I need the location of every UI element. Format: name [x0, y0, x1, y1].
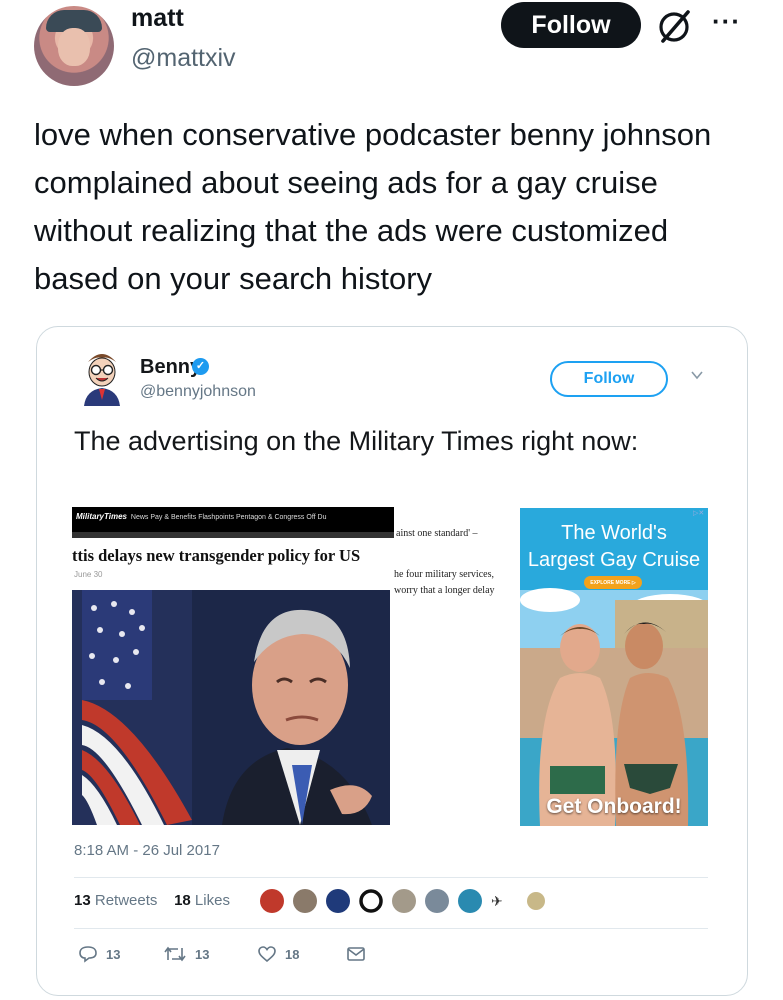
site-nav-items: News Pay & Benefits Flashpoints Pentagon…	[130, 514, 327, 521]
ad-headline-line1: The World's	[561, 522, 667, 544]
ad-choices-icon[interactable]: ▷✕	[693, 509, 704, 517]
retweet-count: 13	[195, 946, 210, 962]
ad-headline-line2: Largest Gay Cruise	[527, 549, 701, 571]
reply-icon	[79, 946, 97, 963]
like-count: 18	[285, 946, 300, 962]
likes-count[interactable]: 18	[174, 892, 191, 909]
divider	[74, 928, 708, 929]
author-handle[interactable]: @mattxiv	[131, 44, 236, 73]
article-photo	[72, 590, 390, 825]
site-logo-a: Military	[76, 512, 105, 521]
retweet-action[interactable]: 13	[163, 945, 209, 963]
reply-count: 13	[106, 946, 121, 962]
mattis-photo-illustration	[72, 590, 390, 825]
author-avatar[interactable]	[34, 6, 114, 86]
ad-cta-text[interactable]: Get Onboard!	[520, 795, 708, 819]
more-options-icon[interactable]: ···	[712, 6, 741, 37]
engagement-counts: 13 Retweets 18 Likes	[74, 892, 230, 909]
benny-avatar-icon[interactable]	[78, 348, 126, 408]
embedded-follow-button[interactable]: Follow	[550, 361, 668, 397]
site-sub-strip	[72, 532, 394, 538]
embedded-tweet-text: The advertising on the Military Times ri…	[74, 426, 639, 456]
avatar-face	[58, 28, 90, 66]
retweet-icon	[164, 946, 186, 962]
article-dateline: June 30	[74, 570, 103, 579]
site-nav-text: MilitaryTimes News Pay & Benefits Flashp…	[76, 512, 326, 521]
direct-message-icon	[347, 947, 365, 961]
article-headline: ttis delays new transgender policy for U…	[72, 546, 361, 565]
retweets-count[interactable]: 13	[74, 892, 91, 909]
author-name[interactable]: matt	[131, 4, 184, 33]
svg-text:✈: ✈	[491, 893, 503, 909]
retweets-label[interactable]: Retweets	[95, 892, 158, 909]
like-action[interactable]: 18	[257, 945, 299, 963]
embedded-author-handle[interactable]: @bennyjohnson	[140, 383, 256, 401]
liker-avatars[interactable]: ✈	[258, 886, 548, 916]
chevron-down-icon[interactable]	[690, 368, 704, 382]
heart-icon	[258, 946, 276, 963]
ad-explore-button[interactable]: EXPLORE MORE ▷	[584, 576, 642, 589]
follow-button[interactable]: Follow	[501, 2, 641, 48]
divider	[74, 877, 708, 878]
grok-icon[interactable]	[655, 8, 693, 46]
article-side-text-1: ainst one standard' –	[396, 528, 478, 539]
message-action[interactable]	[346, 945, 366, 963]
article-side-text-2: he four military services, worry that a …	[394, 569, 495, 596]
site-logo-b: Times	[104, 512, 127, 521]
embedded-timestamp[interactable]: 8:18 AM - 26 Jul 2017	[74, 842, 220, 859]
post-text: love when conservative podcaster benny j…	[34, 117, 712, 296]
verified-badge-icon: ✓	[192, 358, 209, 375]
reply-action[interactable]: 13	[78, 945, 120, 963]
likes-label[interactable]: Likes	[195, 892, 230, 909]
